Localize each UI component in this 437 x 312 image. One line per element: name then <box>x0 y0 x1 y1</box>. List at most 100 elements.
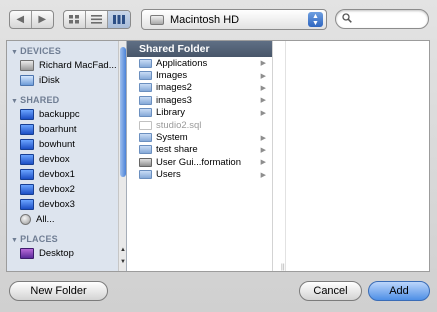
folder-icon <box>139 83 152 93</box>
location-popup[interactable]: Macintosh HD ▲ ▼ <box>141 9 327 30</box>
navigation-buttons: ◀ ▶ <box>9 10 54 29</box>
sidebar-item-label: devbox2 <box>39 184 75 195</box>
list-item-applications[interactable]: Applications ▶ <box>127 57 272 69</box>
disclosure-arrow-icon: ▶ <box>260 84 266 92</box>
sidebar-section-title: DEVICES <box>20 46 62 56</box>
sidebar-item-label: Richard MacFad... <box>39 60 117 71</box>
sidebar-item-devbox[interactable]: devbox <box>7 152 126 167</box>
scroll-down-icon[interactable]: ▼ <box>119 259 126 265</box>
sidebar-item-label: All... <box>36 214 55 225</box>
list-item-user-guide[interactable]: User Gui...formation ▶ <box>127 156 272 168</box>
sidebar-item-idisk[interactable]: iDisk <box>7 73 126 88</box>
computer-icon <box>20 154 34 165</box>
list-item-test-share[interactable]: test share ▶ <box>127 144 272 156</box>
list-item-system[interactable]: System ▶ <box>127 131 272 143</box>
sidebar-section-title: PLACES <box>20 234 58 244</box>
item-label: studio2.sql <box>156 119 202 131</box>
toolbar: ◀ ▶ Macintosh HD ▲ ▼ <box>0 0 437 38</box>
sidebar-item-boarhunt[interactable]: boarhunt <box>7 122 126 137</box>
sidebar-item-label: iDisk <box>39 75 60 86</box>
column-resize-handle[interactable]: || <box>281 264 285 271</box>
browser-area: ▼ DEVICES Richard MacFad... iDisk ▼ SHARED… <box>6 40 430 272</box>
computer-icon <box>20 184 34 195</box>
disclosure-arrow-icon: ▶ <box>260 109 266 117</box>
sidebar-item-bowhunt[interactable]: bowhunt <box>7 137 126 152</box>
sidebar-item-label: bowhunt <box>39 139 75 150</box>
item-label: Images <box>156 70 188 82</box>
scroll-up-icon[interactable]: ▲ <box>119 247 126 253</box>
item-label: User Gui...formation <box>156 156 241 168</box>
sidebar-item-richard-macfad[interactable]: Richard MacFad... <box>7 58 126 73</box>
globe-icon <box>20 214 31 225</box>
sidebar-item-devbox2[interactable]: devbox2 <box>7 182 126 197</box>
icon-view-icon <box>69 15 79 24</box>
computer-icon <box>20 169 34 180</box>
sidebar-item-label: Desktop <box>39 248 74 259</box>
icon-view-button[interactable] <box>64 11 86 28</box>
sidebar: ▼ DEVICES Richard MacFad... iDisk ▼ SHARED… <box>7 41 127 271</box>
disclosure-arrow-icon: ▶ <box>260 134 266 142</box>
sidebar-item-devbox1[interactable]: devbox1 <box>7 167 126 182</box>
item-label: images2 <box>156 82 192 94</box>
folder-icon <box>139 133 152 143</box>
desktop-icon <box>20 248 34 259</box>
sidebar-item-all[interactable]: All... <box>7 212 126 227</box>
document-icon <box>139 120 152 130</box>
sidebar-item-label: backuppc <box>39 109 80 120</box>
disclosure-arrow-icon: ▶ <box>260 60 266 68</box>
folder-icon <box>139 58 152 68</box>
folder-icon <box>139 170 152 180</box>
new-folder-button[interactable]: New Folder <box>9 281 108 301</box>
forward-button[interactable]: ▶ <box>32 11 53 28</box>
sidebar-scroll-thumb[interactable] <box>120 47 126 177</box>
column-divider <box>285 41 286 271</box>
folder-icon <box>139 95 152 105</box>
popup-arrows-icon: ▲ ▼ <box>308 12 323 27</box>
list-item-users[interactable]: Users ▶ <box>127 169 272 181</box>
browser-column-empty[interactable]: || <box>273 41 429 271</box>
computer-icon <box>20 139 34 150</box>
disclosure-arrow-icon: ▶ <box>260 72 266 80</box>
computer-icon <box>20 199 34 210</box>
sidebar-item-devbox3[interactable]: devbox3 <box>7 197 126 212</box>
folder-icon <box>139 71 152 81</box>
sidebar-item-desktop[interactable]: Desktop <box>7 246 126 261</box>
idisk-icon <box>20 75 34 86</box>
disclosure-arrow-icon: ▶ <box>260 159 266 167</box>
sidebar-scrollbar[interactable]: ▲ ▼ <box>118 41 126 271</box>
item-label: images3 <box>156 94 192 106</box>
item-label: System <box>156 132 188 144</box>
item-label: Applications <box>156 57 208 69</box>
sidebar-item-backuppc[interactable]: backuppc <box>7 107 126 122</box>
browser-column-root: Shared Folder Applications ▶ Images ▶ imag… <box>127 41 273 271</box>
computer-icon <box>20 124 34 135</box>
list-view-button[interactable] <box>86 11 108 28</box>
list-item-images[interactable]: Images ▶ <box>127 69 272 81</box>
list-item-images3[interactable]: images3 ▶ <box>127 94 272 106</box>
folder-icon <box>139 145 152 155</box>
item-label: Library <box>156 107 186 119</box>
list-view-icon <box>91 15 102 24</box>
list-item-studio2-sql: studio2.sql <box>127 119 272 131</box>
disclosure-arrow-icon: ▶ <box>260 146 266 154</box>
search-input[interactable] <box>355 13 425 25</box>
sidebar-section-devices[interactable]: ▼ DEVICES <box>7 44 126 58</box>
file-dialog: ◀ ▶ Macintosh HD ▲ ▼ ▼ DEVICES Richard M… <box>0 0 437 312</box>
list-item-library[interactable]: Library ▶ <box>127 107 272 119</box>
column-view-icon <box>113 15 125 24</box>
item-label: test share <box>156 144 198 156</box>
back-button[interactable]: ◀ <box>10 11 32 28</box>
sidebar-section-shared[interactable]: ▼ SHARED <box>7 93 126 107</box>
sidebar-section-places[interactable]: ▼ PLACES <box>7 232 126 246</box>
column-view-button[interactable] <box>108 11 130 28</box>
list-item-images2[interactable]: images2 ▶ <box>127 82 272 94</box>
search-field[interactable] <box>335 9 429 29</box>
add-button[interactable]: Add <box>368 281 430 301</box>
sidebar-item-label: devbox <box>39 154 70 165</box>
cancel-button[interactable]: Cancel <box>299 281 362 301</box>
item-label: Users <box>156 169 181 181</box>
sidebar-item-label: boarhunt <box>39 124 77 135</box>
folder-icon <box>139 108 152 118</box>
hard-drive-icon <box>20 60 34 71</box>
column-header[interactable]: Shared Folder <box>127 41 272 57</box>
